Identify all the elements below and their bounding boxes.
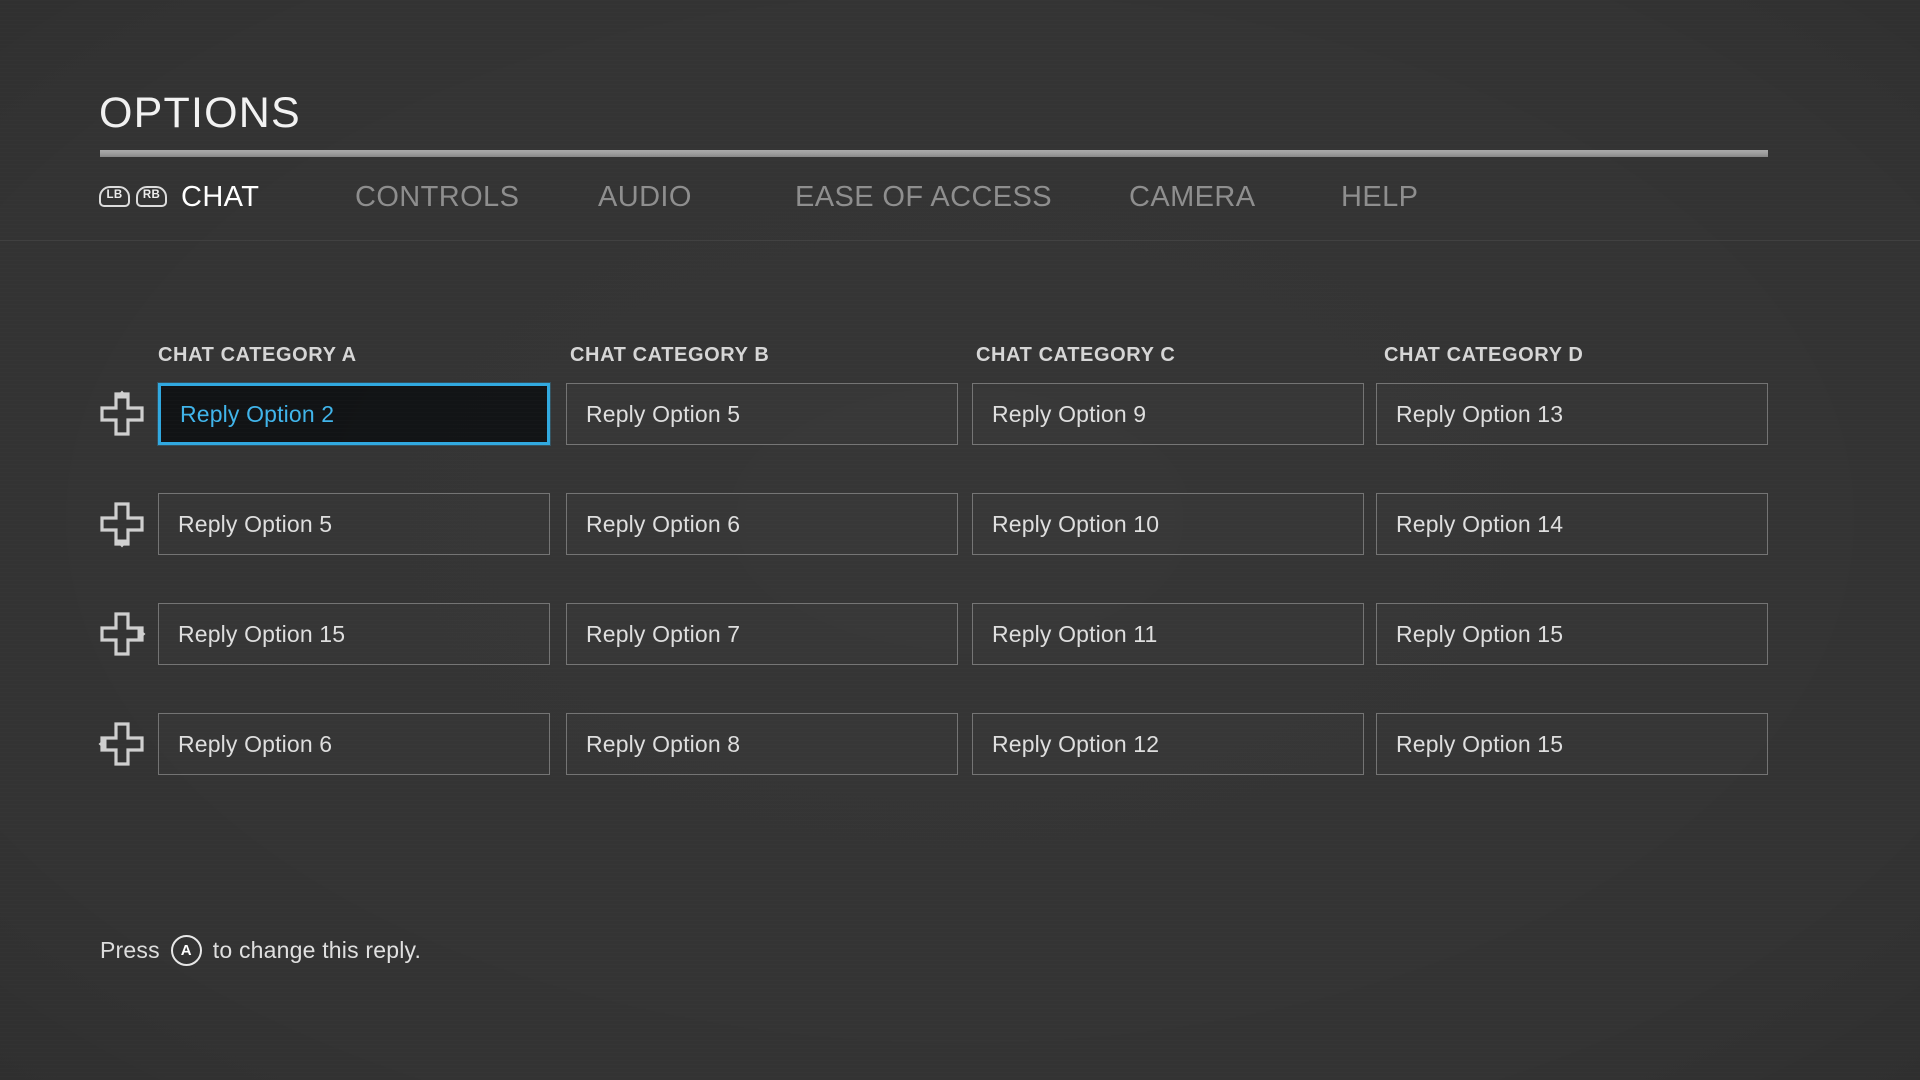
reply-cell-r1-c4[interactable]: Reply Option 13 [1376,383,1768,445]
dpad-down-icon [98,500,144,548]
reply-cell-r3-c1[interactable]: Reply Option 15 [158,603,550,665]
options-screen: OPTIONS LB RB CHAT CONTROLS AUDIO EASE OF A… [0,0,1920,1080]
dpad-up-icon [98,390,144,438]
reply-cell-r2-c3[interactable]: Reply Option 10 [972,493,1364,555]
reply-cell-r2-c2[interactable]: Reply Option 6 [566,493,958,555]
column-header-d: CHAT CATEGORY D [1384,344,1584,366]
reply-cell-r1-c3[interactable]: Reply Option 9 [972,383,1364,445]
reply-cell-r1-c1[interactable]: Reply Option 2 [158,383,550,445]
footer-prefix: Press [100,937,160,963]
reply-cell-r4-c1[interactable]: Reply Option 6 [158,713,550,775]
reply-cell-r3-c4[interactable]: Reply Option 15 [1376,603,1768,665]
reply-cell-r1-c2[interactable]: Reply Option 5 [566,383,958,445]
column-header-c: CHAT CATEGORY C [976,344,1176,366]
chat-reply-grid: CHAT CATEGORY A CHAT CATEGORY B CHAT CATEG… [0,0,1920,1080]
reply-cell-r4-c3[interactable]: Reply Option 12 [972,713,1364,775]
column-header-a: CHAT CATEGORY A [158,344,357,366]
a-button-icon: A [170,935,202,966]
footer-hint: Press A to change this reply. [100,935,421,966]
footer-suffix: to change this reply. [212,937,422,963]
reply-cell-r2-c4[interactable]: Reply Option 14 [1376,493,1768,555]
dpad-left-icon [98,720,144,768]
reply-cell-r4-c4[interactable]: Reply Option 15 [1376,713,1768,775]
dpad-right-icon [98,610,146,658]
reply-cell-r3-c2[interactable]: Reply Option 7 [566,603,958,665]
reply-cell-r2-c1[interactable]: Reply Option 5 [158,493,550,555]
reply-cell-r4-c2[interactable]: Reply Option 8 [566,713,958,775]
column-header-b: CHAT CATEGORY B [570,344,770,366]
reply-cell-r3-c3[interactable]: Reply Option 11 [972,603,1364,665]
